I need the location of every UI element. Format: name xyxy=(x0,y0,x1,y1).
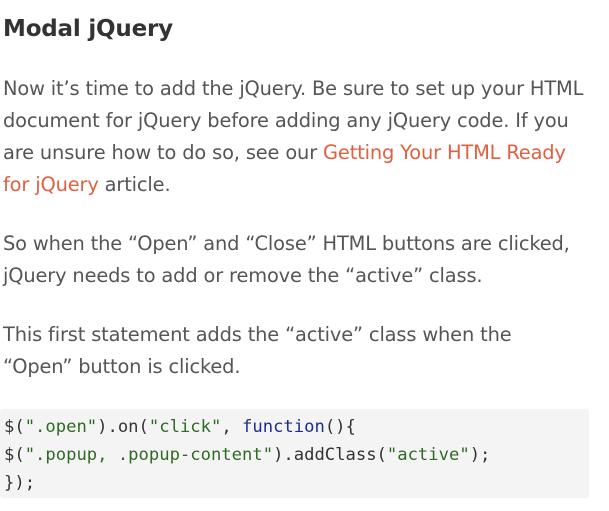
code-block: $(".open").on("click", function(){ $(".p… xyxy=(0,409,589,498)
code-line-1: $(".open").on("click", function(){ xyxy=(4,413,589,441)
code-line-3: }); xyxy=(4,469,589,497)
buttons-paragraph: So when the “Open” and “Close” HTML butt… xyxy=(3,232,570,287)
section-heading: Modal jQuery xyxy=(3,16,173,42)
intro-text-after: article. xyxy=(98,173,171,196)
code-string: "click" xyxy=(148,417,222,437)
code-token: ).addClass( xyxy=(273,445,387,465)
code-token: $( xyxy=(4,417,25,437)
code-string: ".open" xyxy=(24,417,98,437)
code-string: "active" xyxy=(386,445,470,465)
code-token: (){ xyxy=(324,417,356,437)
code-token: }); xyxy=(4,473,36,493)
statement-paragraph: This first statement adds the “active” c… xyxy=(3,323,512,378)
code-token: ).on( xyxy=(97,417,149,437)
code-token: ); xyxy=(469,445,491,465)
article: Modal jQuery Now it’s time to add the jQ… xyxy=(3,0,603,383)
code-string: ".popup, .popup-content" xyxy=(24,445,274,465)
code-token: , xyxy=(221,417,243,437)
code-line-2: $(".popup, .popup-content").addClass("ac… xyxy=(4,441,589,469)
code-keyword: function xyxy=(242,417,325,437)
code-token: $( xyxy=(4,445,25,465)
intro-paragraph: Now it’s time to add the jQuery. Be sure… xyxy=(3,73,593,201)
